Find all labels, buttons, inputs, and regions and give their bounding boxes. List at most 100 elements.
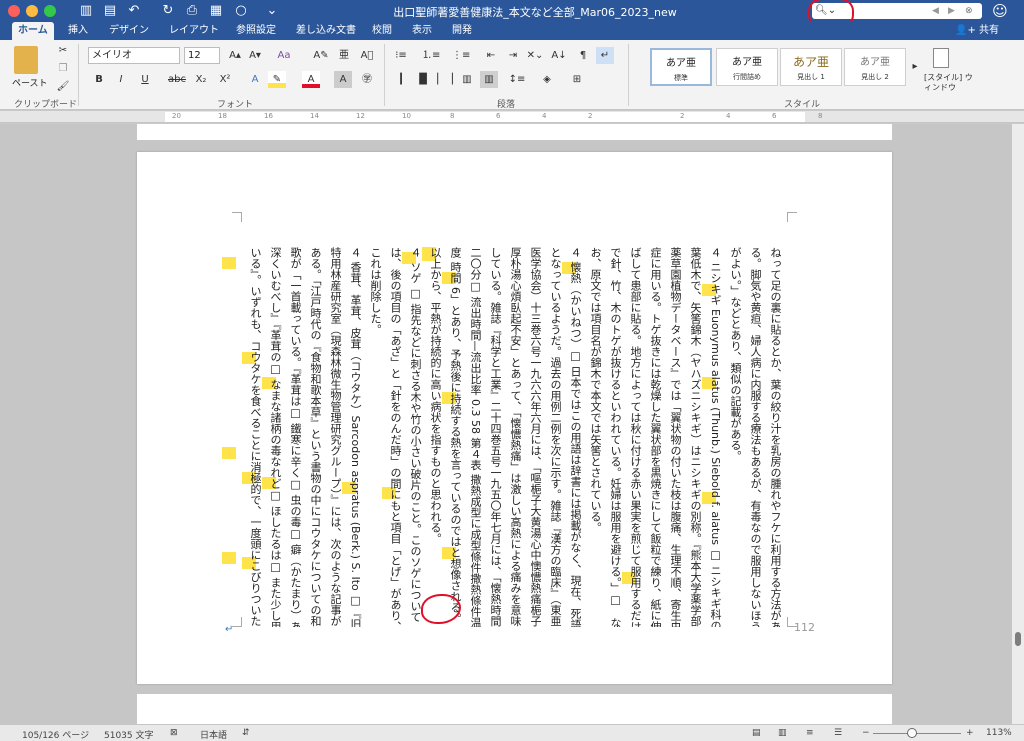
copy-icon[interactable]: ❐ bbox=[54, 60, 72, 77]
zoom-window-button[interactable] bbox=[44, 5, 56, 17]
justify-icon[interactable]: ▥ bbox=[458, 71, 476, 88]
smiley-feedback-icon[interactable]: ☺ bbox=[992, 3, 1008, 19]
font-color-icon[interactable]: A bbox=[302, 71, 320, 88]
character-shading-icon[interactable]: A bbox=[334, 71, 352, 88]
shrink-font-icon[interactable]: A▾ bbox=[246, 47, 264, 64]
zoom-slider-thumb[interactable] bbox=[906, 728, 917, 738]
italic-button[interactable]: I bbox=[112, 71, 130, 88]
highlight-color-icon[interactable]: ✎ bbox=[268, 71, 286, 88]
align-left-icon[interactable]: ▕▏ bbox=[392, 71, 410, 88]
line-spacing-icon[interactable]: ↕≡ bbox=[508, 71, 526, 88]
search-clear-icon[interactable]: ⊗ bbox=[965, 3, 973, 19]
paste-button[interactable]: ペースト bbox=[12, 76, 48, 89]
bullets-icon[interactable]: ⁝≡ bbox=[392, 47, 410, 64]
text-direction-icon[interactable]: ↵ bbox=[596, 47, 614, 64]
subscript-button[interactable]: X₂ bbox=[192, 71, 210, 88]
tab-review[interactable]: 校閲 bbox=[366, 22, 398, 40]
sort-icon[interactable]: A↓ bbox=[550, 47, 568, 64]
tab-mailings[interactable]: 差し込み文書 bbox=[290, 22, 362, 40]
scrollbar-thumb[interactable] bbox=[1015, 632, 1021, 646]
multilevel-list-icon[interactable]: ⋮≡ bbox=[452, 47, 470, 64]
close-window-button[interactable] bbox=[8, 5, 20, 17]
minimize-window-button[interactable] bbox=[26, 5, 38, 17]
zoom-level[interactable]: 113% bbox=[986, 728, 1012, 738]
increase-indent-icon[interactable]: ⇥ bbox=[504, 47, 522, 64]
font-name-select[interactable]: メイリオ bbox=[88, 47, 180, 64]
distributed-icon[interactable]: ▥ bbox=[480, 71, 498, 88]
tab-design[interactable]: デザイン bbox=[103, 22, 155, 40]
bold-button[interactable]: B bbox=[90, 71, 108, 88]
numbering-icon[interactable]: ⒈≡ bbox=[422, 47, 440, 64]
ruler-number: 6 bbox=[772, 112, 777, 120]
document-area[interactable]: ねって足の裏に貼るとか、葉の絞り汁を乳房の腫れやフケに利用する方法があ る。脚気… bbox=[0, 124, 1012, 724]
share-button[interactable]: 👤+ 共有 bbox=[955, 22, 999, 40]
grow-font-icon[interactable]: A▴ bbox=[226, 47, 244, 64]
save-icon[interactable]: ▤ bbox=[102, 3, 118, 19]
text-effects-icon[interactable]: A bbox=[246, 71, 264, 88]
underline-button[interactable]: U bbox=[136, 71, 154, 88]
track-changes-icon[interactable]: ⇵ bbox=[242, 728, 250, 738]
enclosed-character-icon[interactable]: ㊫ bbox=[358, 71, 376, 88]
style-normal[interactable]: あア亜 標準 bbox=[650, 48, 712, 86]
ruler-number: 16 bbox=[264, 112, 273, 120]
asian-layout-icon[interactable]: ✕⌄ bbox=[526, 47, 544, 64]
draft-view-icon[interactable]: ☰ bbox=[834, 728, 842, 738]
change-case-icon[interactable]: Aa bbox=[275, 47, 293, 64]
style-heading-2[interactable]: あア亜 見出し 2 bbox=[844, 48, 906, 86]
style-name: 行間詰め bbox=[733, 73, 761, 81]
shape-icon[interactable]: ○ bbox=[233, 3, 249, 19]
format-painter-icon[interactable]: 🖌︎ bbox=[54, 78, 72, 95]
format-icon[interactable]: ▦ bbox=[208, 3, 224, 19]
page-count[interactable]: 105/126 ページ bbox=[22, 728, 89, 741]
language-label[interactable]: 日本語 bbox=[200, 728, 227, 741]
superscript-button[interactable]: X² bbox=[216, 71, 234, 88]
style-no-spacing[interactable]: あア亜 行間詰め bbox=[716, 48, 778, 86]
search-prev-icon[interactable]: ◀ bbox=[932, 3, 939, 19]
strikethrough-button[interactable]: abc bbox=[166, 71, 188, 88]
word-count[interactable]: 51035 文字 bbox=[104, 728, 154, 741]
document-page[interactable]: ねって足の裏に貼るとか、葉の絞り汁を乳房の腫れやフケに利用する方法があ る。脚気… bbox=[137, 152, 892, 684]
clear-formatting-icon[interactable]: A✎ bbox=[312, 47, 330, 64]
zoom-in-icon[interactable]: + bbox=[966, 728, 974, 738]
tab-references[interactable]: 参照設定 bbox=[230, 22, 282, 40]
zoom-out-icon[interactable]: − bbox=[862, 728, 870, 738]
tab-developer[interactable]: 開発 bbox=[446, 22, 478, 40]
tab-view[interactable]: 表示 bbox=[406, 22, 438, 40]
style-sample: あア亜 bbox=[860, 57, 890, 68]
phonetic-guide-icon[interactable]: 亜 bbox=[335, 47, 353, 64]
web-layout-view-icon[interactable]: ▥ bbox=[778, 728, 787, 738]
show-marks-icon[interactable]: ¶ bbox=[574, 47, 592, 64]
print-layout-view-icon[interactable]: ▤ bbox=[752, 728, 761, 738]
borders-icon[interactable]: ⊞ bbox=[568, 71, 586, 88]
print-icon[interactable]: ⎙ bbox=[184, 3, 200, 19]
tab-layout[interactable]: レイアウト bbox=[163, 22, 225, 40]
vertical-scrollbar[interactable] bbox=[1012, 124, 1024, 724]
outline-view-icon[interactable]: ≡ bbox=[806, 728, 814, 738]
style-heading-1[interactable]: あア亜 見出し 1 bbox=[780, 48, 842, 86]
cut-icon[interactable]: ✂ bbox=[54, 42, 72, 59]
shading-icon[interactable]: ◈ bbox=[538, 71, 556, 88]
decrease-indent-icon[interactable]: ⇤ bbox=[482, 47, 500, 64]
magnifier-icon[interactable]: 🔍︎⌄ bbox=[815, 3, 836, 19]
enclose-characters-icon[interactable]: A⃞ bbox=[358, 47, 376, 64]
search-input[interactable] bbox=[812, 3, 982, 19]
zoom-slider[interactable] bbox=[873, 733, 961, 734]
proofing-icon[interactable]: ⊠ bbox=[170, 728, 178, 738]
search-next-icon[interactable]: ▶ bbox=[948, 3, 955, 19]
tab-insert[interactable]: 挿入 bbox=[62, 22, 94, 40]
styles-pane-icon[interactable] bbox=[933, 48, 949, 68]
sidebar-icon[interactable]: ▥ bbox=[78, 3, 94, 19]
align-right-icon[interactable]: ▏▕ bbox=[436, 71, 454, 88]
align-center-icon[interactable]: ▐▌ bbox=[414, 71, 432, 88]
ruler-number: 14 bbox=[310, 112, 319, 120]
paste-icon[interactable] bbox=[14, 46, 38, 74]
tab-home[interactable]: ホーム bbox=[12, 22, 54, 40]
horizontal-ruler[interactable]: 20 18 16 14 12 10 8 6 4 2 2 4 6 8 bbox=[0, 111, 1024, 123]
divider bbox=[628, 44, 629, 106]
more-icon[interactable]: ⌄ bbox=[264, 3, 280, 19]
redo-icon[interactable]: ↻ bbox=[160, 3, 176, 19]
style-gallery-expand-icon[interactable]: ▸ bbox=[906, 58, 924, 75]
font-size-select[interactable]: 12 bbox=[184, 47, 220, 64]
undo-icon[interactable]: ↶ bbox=[126, 3, 142, 19]
styles-pane-button[interactable]: [スタイル] ウィンドウ bbox=[924, 73, 974, 93]
